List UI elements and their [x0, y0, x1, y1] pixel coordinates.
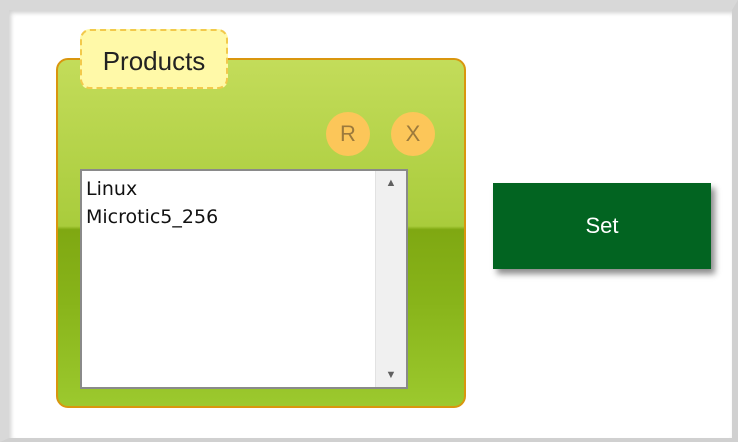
set-button[interactable]: Set [493, 183, 711, 269]
scroll-up-arrow-icon[interactable]: ▲ [376, 171, 406, 195]
list-item[interactable]: Microtic5_256 [86, 203, 372, 231]
products-list: Linux Microtic5_256 [86, 175, 372, 387]
reset-button[interactable]: R [326, 112, 370, 156]
products-panel: Products R X Linux Microtic5_256 ▲ ▼ [56, 29, 466, 408]
scroll-down-arrow-icon[interactable]: ▼ [376, 363, 406, 387]
listbox-scrollbar[interactable]: ▲ ▼ [375, 171, 406, 387]
products-listbox[interactable]: Linux Microtic5_256 ▲ ▼ [80, 169, 408, 389]
list-item[interactable]: Linux [86, 175, 372, 203]
close-button[interactable]: X [391, 112, 435, 156]
products-panel-title: Products [80, 29, 228, 89]
